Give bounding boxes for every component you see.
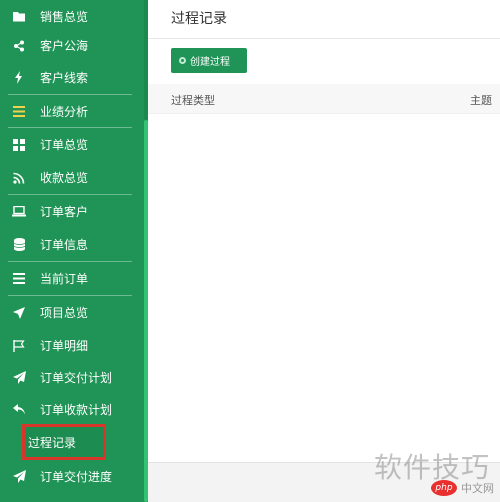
sidebar-item-process-records[interactable]: 过程记录 bbox=[0, 426, 140, 459]
records-panel: 过程记录 创建过程 过程类型 主题 bbox=[148, 0, 500, 462]
database-icon bbox=[12, 238, 26, 252]
sidebar-item-current-order[interactable]: 当前订单 bbox=[0, 262, 140, 295]
flag-icon bbox=[12, 339, 26, 353]
laptop-icon bbox=[12, 205, 26, 219]
rss-icon bbox=[12, 171, 26, 185]
main-content: 过程记录 创建过程 过程类型 主题 bbox=[148, 0, 500, 502]
column-header-process-type[interactable]: 过程类型 bbox=[171, 92, 215, 108]
sidebar-item-label: 当前订单 bbox=[40, 272, 89, 286]
location-arrow-icon bbox=[12, 306, 26, 320]
sidebar-item-performance[interactable]: 业绩分析 bbox=[0, 95, 140, 128]
sidebar-item-customer-pool[interactable]: 客户公海 bbox=[0, 29, 140, 62]
sidebar-item-label: 订单总览 bbox=[40, 138, 89, 152]
sidebar-item-label: 客户公海 bbox=[40, 39, 89, 53]
sidebar-item-label: 收款总览 bbox=[40, 171, 89, 185]
column-header-subject[interactable]: 主题 bbox=[470, 92, 492, 108]
sidebar-item-payment-plan[interactable]: 订单收款计划 bbox=[0, 393, 140, 426]
page-title: 过程记录 bbox=[171, 11, 227, 27]
sidebar-item-payment-overview[interactable]: 收款总览 bbox=[0, 161, 140, 194]
sidebar-item-delivery-plan[interactable]: 订单交付计划 bbox=[0, 361, 140, 394]
sidebar-item-label: 订单客户 bbox=[40, 205, 89, 219]
sidebar-item-label: 业绩分析 bbox=[40, 105, 89, 119]
sidebar-item-label: 项目总览 bbox=[40, 306, 89, 320]
sidebar-item-label: 订单收款计划 bbox=[40, 403, 113, 417]
sidebar-item-label: 销售总览 bbox=[40, 10, 89, 24]
watermark-logo: php 中文网 bbox=[394, 478, 494, 498]
paper-plane-icon bbox=[12, 371, 26, 385]
grid-icon bbox=[12, 138, 26, 152]
create-process-label: 创建过程 bbox=[190, 57, 230, 68]
sidebar-item-order-details[interactable]: 订单明细 bbox=[0, 329, 140, 362]
sidebar-item-project-overview[interactable]: 项目总览 bbox=[0, 296, 140, 329]
sidebar-item-customer-leads[interactable]: 客户线索 bbox=[0, 61, 140, 94]
table-header: 过程类型 主题 bbox=[148, 84, 500, 114]
sidebar-item-order-overview[interactable]: 订单总览 bbox=[0, 128, 140, 161]
sidebar-item-label: 订单明细 bbox=[40, 339, 89, 353]
folder-open-icon bbox=[12, 10, 26, 24]
sidebar-item-label: 客户线索 bbox=[40, 71, 89, 85]
sidebar-item-label: 过程记录 bbox=[28, 436, 77, 450]
sidebar-item-label: 订单信息 bbox=[40, 238, 89, 252]
sidebar-item-delivery-progress[interactable]: 订单交付进度 bbox=[0, 460, 140, 493]
title-divider bbox=[148, 38, 500, 39]
sidebar-item-order-customer[interactable]: 订单客户 bbox=[0, 195, 140, 228]
watermark-site-label: 中文网 bbox=[461, 482, 494, 495]
list-icon bbox=[12, 272, 26, 286]
share-icon bbox=[12, 39, 26, 53]
sidebar: 销售总览 客户公海 客户线索 业绩分析 订单总览 收款总览 订单客户 订单信息 … bbox=[0, 0, 148, 502]
reply-icon bbox=[12, 403, 26, 417]
create-process-button[interactable]: 创建过程 bbox=[171, 48, 247, 73]
sidebar-item-label: 订单交付计划 bbox=[40, 371, 113, 385]
php-logo-badge: php bbox=[431, 480, 457, 496]
sidebar-item-order-info[interactable]: 订单信息 bbox=[0, 228, 140, 261]
bolt-icon bbox=[12, 71, 26, 85]
circle-icon bbox=[179, 57, 186, 64]
paper-plane-icon bbox=[12, 470, 26, 484]
bars-icon bbox=[12, 105, 26, 119]
sidebar-item-label: 订单交付进度 bbox=[40, 470, 113, 484]
